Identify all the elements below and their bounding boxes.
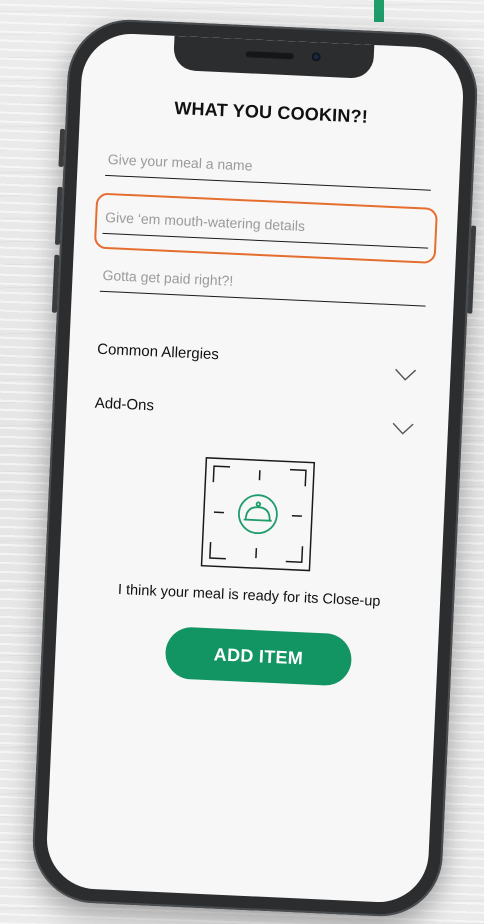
crosshair-ticks xyxy=(213,470,302,559)
page-title: WHAT YOU COOKIN?! xyxy=(173,97,369,127)
corner-brackets xyxy=(209,465,307,564)
meal-price-field xyxy=(99,256,428,310)
phone-mockup: WHAT YOU COOKIN?! Common Allergies Add-O… xyxy=(30,17,480,919)
phone-screen: WHAT YOU COOKIN?! Common Allergies Add-O… xyxy=(44,31,466,905)
meal-price-input[interactable] xyxy=(99,256,428,307)
photo-caption: I think your meal is ready for its Close… xyxy=(117,581,381,610)
volume-down-button xyxy=(51,254,60,313)
power-button xyxy=(467,225,477,314)
add-item-button[interactable]: ADD ITEM xyxy=(164,626,353,687)
addons-label: Add-Ons xyxy=(94,394,155,415)
front-camera xyxy=(311,52,321,62)
volume-up-button xyxy=(54,186,63,245)
addons-dropdown[interactable]: Add-Ons xyxy=(94,389,421,444)
allergies-label: Common Allergies xyxy=(96,340,220,364)
notch xyxy=(172,35,375,79)
speaker-grille xyxy=(245,51,294,60)
meal-name-field xyxy=(105,140,433,194)
mute-switch xyxy=(58,128,66,168)
chevron-down-icon[interactable] xyxy=(394,368,417,381)
green-accent-bar xyxy=(374,0,384,22)
meal-name-input[interactable] xyxy=(105,140,433,191)
allergies-dropdown[interactable]: Common Allergies xyxy=(96,335,423,390)
food-cloche-icon xyxy=(238,494,278,535)
chevron-down-icon[interactable] xyxy=(392,422,415,435)
photo-capture-frame[interactable] xyxy=(199,456,316,573)
frame-border xyxy=(200,457,316,572)
